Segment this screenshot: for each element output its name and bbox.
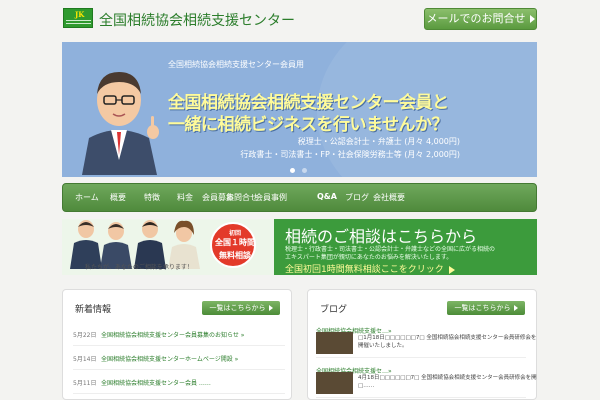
news-link[interactable]: 全国相続協会相続支援センター会員 …… xyxy=(101,378,211,387)
blog-excerpt-2: 開催いたしました。 xyxy=(358,343,408,349)
banner-caption: 私たちが、あなたのご相談を承ります！ xyxy=(85,264,193,271)
site-header: JK 全国相続協会相続支援センター メールでのお問合せ xyxy=(0,0,600,40)
news-panel-title: 新着情報 xyxy=(75,305,112,315)
consultation-banner[interactable]: 私たちが、あなたのご相談を承ります！ 初回 全国１時間 無料相談 相続のご相談は… xyxy=(62,219,537,275)
logo-mark: JK xyxy=(75,10,85,19)
news-list-label: 一覧はこちらから xyxy=(209,304,266,312)
main-nav: ホーム 概要 特徴 料金 会員募集 お問合せ 会員事例 Q&A ブログ 会社概要 xyxy=(62,183,537,212)
banner-cta[interactable]: 全国初回1時間無料相談ここをクリック xyxy=(285,262,455,275)
news-list-button[interactable]: 一覧はこちらから xyxy=(202,301,280,315)
nav-item-pricing[interactable]: 料金 xyxy=(177,192,193,203)
hero-fee-line-1: 税理士・公認会計士・弁護士 (月々 4,000円) xyxy=(297,137,460,146)
nav-item-qa[interactable]: Q&A xyxy=(317,192,337,201)
news-item[interactable]: 5月11日 全国相続協会相続支援センター会員 …… xyxy=(73,372,285,394)
mail-contact-button[interactable]: メールでのお問合せ xyxy=(424,8,537,30)
consultants-photo: 私たちが、あなたのご相談を承ります！ 初回 全国１時間 無料相談 xyxy=(62,219,274,275)
blog-list-button[interactable]: 一覧はこちらから xyxy=(447,301,525,315)
slider-dot[interactable] xyxy=(302,168,307,173)
nav-item-contact[interactable]: お問合せ xyxy=(226,192,258,203)
slider-dot-active[interactable] xyxy=(290,168,295,173)
news-item[interactable]: 5月22日 全国相続協会相続支援センター会員募集のお知らせ » xyxy=(73,324,285,346)
blog-panel-header: ブログ 一覧はこちらから xyxy=(308,290,536,320)
blog-item[interactable]: 全国相続協会相続支援セ…» □1月18日□□□□□□7□ 全国相続協会相続支援セ… xyxy=(316,326,536,358)
hero-small-text: 全国相続協会相続支援センター会員用 xyxy=(168,60,304,69)
arrow-right-icon xyxy=(529,15,535,23)
site-logo[interactable]: JK xyxy=(63,8,93,28)
banner-desc-2: エキスパート集団が親切にあなたのお悩みを解決いたします。 xyxy=(285,254,453,261)
hero-headline-2: 一緒に相続ビジネスを行いませんか？ xyxy=(168,115,449,135)
blog-thumbnail[interactable] xyxy=(316,332,353,354)
news-panel: 新着情報 一覧はこちらから 5月22日 全国相続協会相続支援センター会員募集のお… xyxy=(62,289,292,400)
arrow-right-icon xyxy=(513,305,518,311)
free-consultation-badge: 初回 全国１時間 無料相談 xyxy=(210,222,256,268)
blog-item[interactable]: 全国相続協会相続支援セ…» 4月18日□□□□□□7□ 全国相続協会相続支援セン… xyxy=(316,366,537,398)
blog-panel-title: ブログ xyxy=(320,305,348,315)
badge-top: 初回 xyxy=(228,230,241,237)
badge-mid: 全国１時間 xyxy=(215,238,255,247)
mail-contact-label: メールでのお問合せ xyxy=(426,12,526,25)
site-title[interactable]: 全国相続協会相続支援センター xyxy=(99,10,295,30)
nav-item-overview[interactable]: 概要 xyxy=(110,192,126,203)
businessman-illustration xyxy=(82,72,159,175)
blog-excerpt-2: □…… xyxy=(358,383,375,389)
nav-item-cases[interactable]: 会員事例 xyxy=(255,192,287,203)
logo-line xyxy=(66,20,91,21)
nav-item-blog[interactable]: ブログ xyxy=(345,192,369,203)
news-panel-header: 新着情報 一覧はこちらから xyxy=(63,290,291,320)
news-date: 5月22日 xyxy=(73,332,97,339)
blog-excerpt-1: 4月18日□□□□□□7□ 全国相続協会相続支援センター会員研修会を開 xyxy=(358,375,537,381)
banner-cta-label: 全国初回1時間無料相談ここをクリック xyxy=(285,265,444,275)
hero-slider[interactable]: 全国相続協会相続支援センター会員用 全国相続協会相続支援センター会員と 一緒に相… xyxy=(62,42,537,177)
news-link[interactable]: 全国相続協会相続支援センター会員募集のお知らせ » xyxy=(101,330,244,339)
arrow-right-icon xyxy=(268,305,273,311)
blog-list-label: 一覧はこちらから xyxy=(454,304,511,312)
logo-line xyxy=(66,23,91,24)
arrow-right-icon xyxy=(448,265,455,274)
news-date: 5月14日 xyxy=(73,356,97,363)
nav-item-features[interactable]: 特徴 xyxy=(144,192,160,203)
blog-thumbnail[interactable] xyxy=(316,372,353,394)
hero-fee-line-2: 行政書士・司法書士・FP・社会保険労務士等 (月々 2,000円) xyxy=(240,150,460,159)
blog-excerpt-1: □1月18日□□□□□□7□ 全国相続協会相続支援センター会員研修会を xyxy=(358,335,537,341)
blog-panel: ブログ 一覧はこちらから 全国相続協会相続支援セ…» □1月18日□□□□□□7… xyxy=(307,289,537,400)
badge-bottom: 無料相談 xyxy=(219,251,251,260)
news-date: 5月11日 xyxy=(73,380,97,387)
news-link[interactable]: 全国相続協会相続支援センターホームページ開設 » xyxy=(101,354,238,363)
nav-item-company[interactable]: 会社概要 xyxy=(373,192,405,203)
nav-item-home[interactable]: ホーム xyxy=(75,192,99,203)
news-item[interactable]: 5月14日 全国相続協会相続支援センターホームページ開設 » xyxy=(73,348,285,370)
